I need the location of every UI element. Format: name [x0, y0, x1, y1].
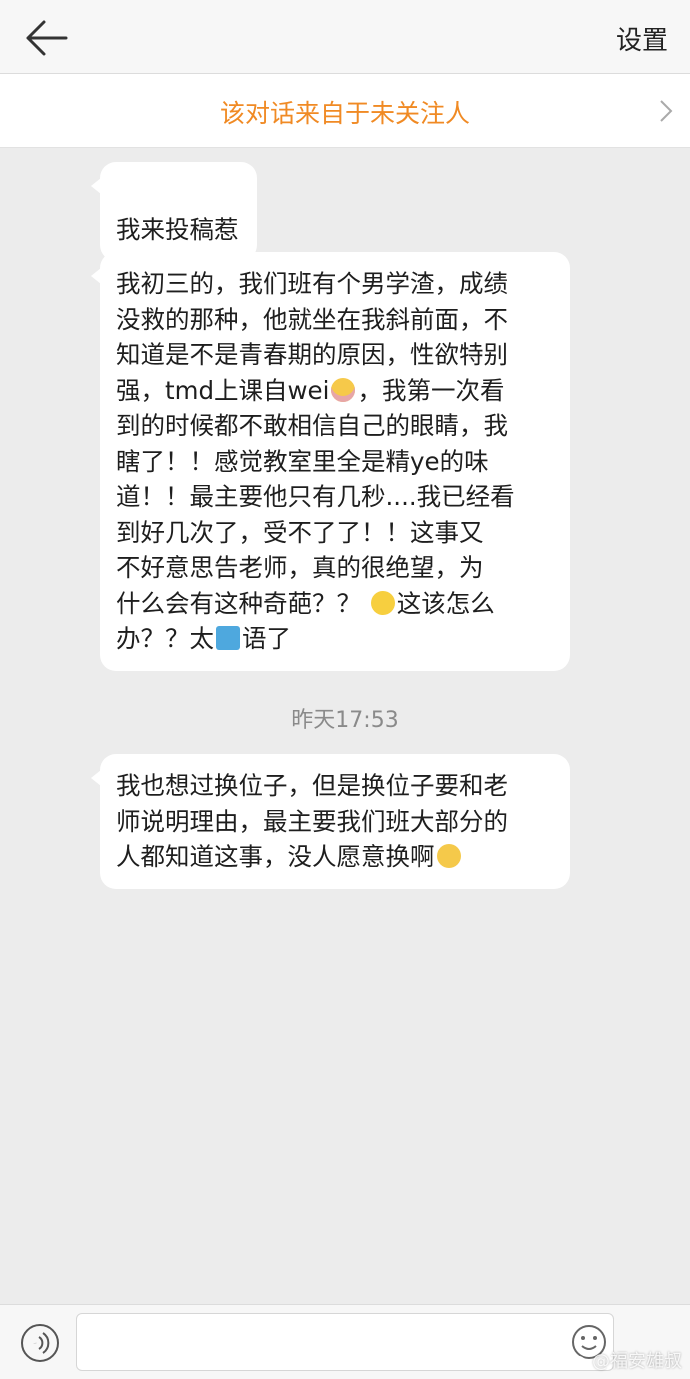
unfollowed-notice-bar[interactable]: 该对话来自于未关注人 [0, 74, 690, 148]
wu-character-emoji-icon [216, 626, 240, 650]
notice-text: 该对话来自于未关注人 [219, 99, 470, 128]
message-timestamp: 昨天17:53 [291, 708, 399, 733]
chevron-right-icon [660, 100, 673, 122]
chat-area: 我来投稿惹 我初三的，我们班有个男学渣，成绩 没救的那种，他就坐在我斜前面，不 … [0, 148, 690, 1304]
bottom-input-bar: @福安雄叔 [0, 1304, 690, 1379]
back-arrow-icon [26, 20, 68, 56]
watermark-text: @福安雄叔 [592, 1351, 682, 1372]
message-line: 到好几次了，受不了了！！这事又 [116, 517, 484, 547]
message-bubble: 我初三的，我们班有个男学渣，成绩 没救的那种，他就坐在我斜前面，不 知道是不是青… [91, 252, 570, 671]
message-line: 知道是不是青春期的原因，性欲特别 [116, 340, 508, 369]
voice-button[interactable] [20, 1323, 60, 1363]
smile-emoji-icon [370, 590, 395, 615]
pleading-emoji-icon [436, 844, 461, 868]
message-line: 人都知道这事，没人愿意换啊 [116, 842, 435, 871]
weibo-logo-icon [568, 1355, 586, 1368]
watermark: @福安雄叔 [568, 1347, 682, 1373]
message-line: 没救的那种，他就坐在我斜前面，不 [116, 304, 508, 334]
message-line: 语了 [242, 624, 291, 653]
message-line: 办？？太 [116, 624, 214, 653]
message-line: 道！！最主要他只有几秒....我已经看 [116, 482, 515, 511]
message-line: 我初三的，我们班有个男学渣，成绩 [116, 269, 508, 298]
crying-emoji-icon [331, 377, 356, 402]
back-button[interactable] [20, 14, 70, 62]
message-line: 我也想过换位子，但是换位子要和老 [116, 771, 508, 800]
message-line: 强，tmd上课自wei [116, 375, 330, 405]
message-text: 我来投稿惹 [116, 214, 239, 244]
message-line: 到的时候都不敢相信自己的眼睛，我 [116, 411, 508, 440]
message-line: 不好意思告老师，真的很绝望，为 [116, 553, 484, 582]
message-line: 这该怎么 [396, 588, 495, 618]
message-bubble: 我来投稿惹 [91, 162, 257, 261]
message-bubble: 我也想过换位子，但是换位子要和老 师说明理由，最主要我们班大部分的 人都知道这事… [91, 754, 570, 889]
voice-icon [21, 1324, 59, 1362]
message-line: ，我第一次看 [357, 375, 505, 405]
message-line: 瞎了！！感觉教室里全是精ye的味 [116, 446, 489, 476]
message-line: 师说明理由，最主要我们班大部分的 [116, 806, 508, 836]
message-input[interactable] [76, 1313, 614, 1371]
message-line: 什么会有这种奇葩？？ [116, 588, 361, 618]
settings-button[interactable]: 设置 [616, 20, 668, 57]
top-bar: 设置 [0, 0, 690, 74]
